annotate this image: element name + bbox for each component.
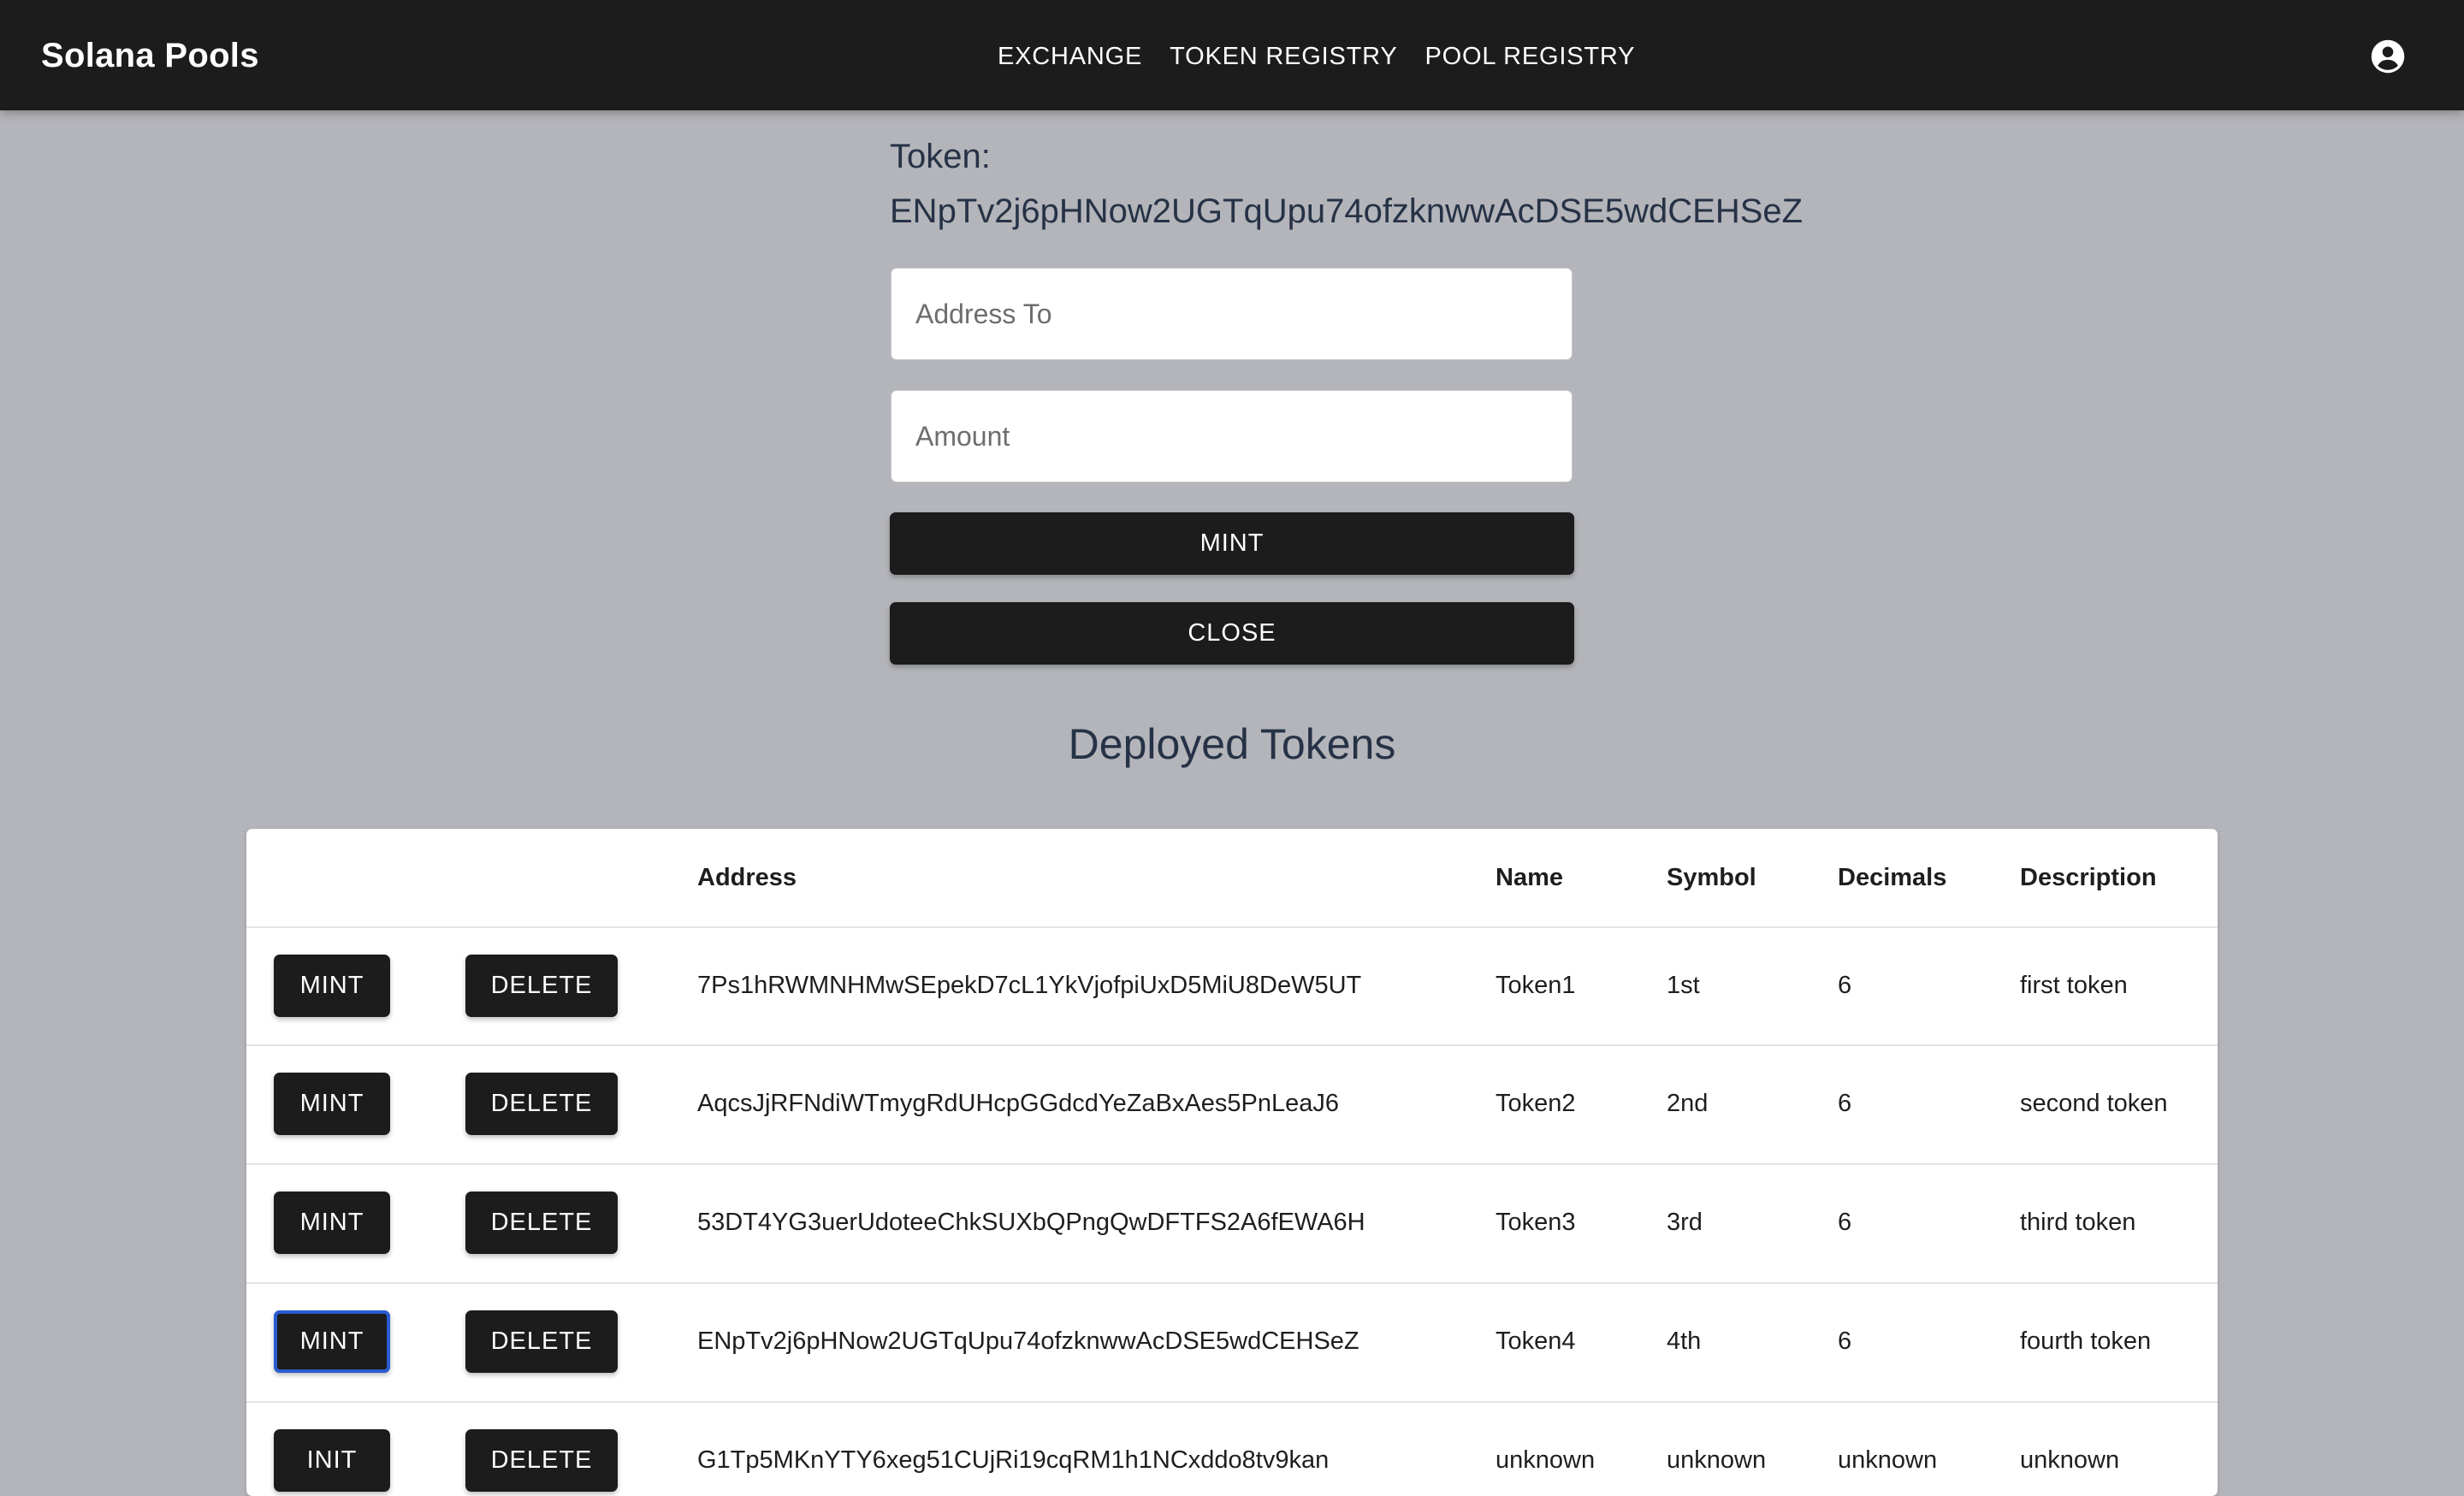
header-description: Description xyxy=(2020,864,2157,891)
amount-input[interactable] xyxy=(891,390,1573,482)
row-address: AqcsJjRFNdiWTmygRdUHcpGGdcdYeZaBxAes5PnL… xyxy=(697,1090,1339,1117)
row-symbol: unknown xyxy=(1667,1446,1767,1474)
row-decimals: 6 xyxy=(1838,1209,1852,1236)
row-symbol: 2nd xyxy=(1667,1090,1709,1117)
account-circle-icon[interactable] xyxy=(2370,38,2406,74)
row-delete-button[interactable]: DELETE xyxy=(465,1310,618,1373)
row-mint-button[interactable]: MINT xyxy=(274,955,390,1017)
row-delete-button[interactable]: DELETE xyxy=(465,955,618,1017)
row-description: unknown xyxy=(2020,1446,2120,1474)
row-symbol: 1st xyxy=(1667,972,1700,999)
row-name: Token2 xyxy=(1496,1090,1576,1117)
row-address: G1Tp5MKnYTY6xeg51CUjRi19cqRM1h1NCxddo8tv… xyxy=(697,1446,1330,1474)
row-delete-button[interactable]: DELETE xyxy=(465,1073,618,1135)
table-row: MINT DELETE 7Ps1hRWMNHMwSEpekD7cL1YkVjof… xyxy=(246,926,2218,1046)
token-label: Token: xyxy=(890,138,991,175)
main-nav: EXCHANGE TOKEN REGISTRY POOL REGISTRY xyxy=(984,38,1649,75)
row-description: second token xyxy=(2020,1090,2168,1117)
row-name: Token1 xyxy=(1496,972,1576,999)
app-bar: Solana Pools EXCHANGE TOKEN REGISTRY POO… xyxy=(0,0,2464,110)
row-mint-button[interactable]: MINT xyxy=(274,1310,390,1373)
row-name: Token4 xyxy=(1496,1327,1576,1355)
mint-submit-button[interactable]: MINT xyxy=(890,512,1574,575)
table-header: Address Name Symbol Decimals Description xyxy=(246,829,2218,928)
section-title: Deployed Tokens xyxy=(1068,720,1396,768)
row-description: fourth token xyxy=(2020,1327,2152,1355)
row-address: ENpTv2j6pHNow2UGTqUpu74ofzknwwAcDSE5wdCE… xyxy=(697,1327,1359,1355)
app-title[interactable]: Solana Pools xyxy=(41,34,259,77)
close-button[interactable]: CLOSE xyxy=(890,602,1574,665)
table-row: INIT DELETE G1Tp5MKnYTY6xeg51CUjRi19cqRM… xyxy=(246,1401,2218,1496)
row-name: unknown xyxy=(1496,1446,1596,1474)
address-to-input[interactable] xyxy=(891,268,1573,360)
table-row: MINT DELETE AqcsJjRFNdiWTmygRdUHcpGGdcdY… xyxy=(246,1044,2218,1165)
row-mint-button[interactable]: MINT xyxy=(274,1073,390,1135)
row-decimals: unknown xyxy=(1838,1446,1938,1474)
row-address: 7Ps1hRWMNHMwSEpekD7cL1YkVjofpiUxD5MiU8De… xyxy=(697,972,1362,999)
row-decimals: 6 xyxy=(1838,972,1852,999)
row-init-button[interactable]: INIT xyxy=(274,1429,390,1492)
row-name: Token3 xyxy=(1496,1209,1576,1236)
row-symbol: 4th xyxy=(1667,1327,1702,1355)
table-row: MINT DELETE ENpTv2j6pHNow2UGTqUpu74ofzkn… xyxy=(246,1282,2218,1403)
nav-token-registry[interactable]: TOKEN REGISTRY xyxy=(1156,38,1411,75)
header-address: Address xyxy=(697,864,797,891)
row-description: first token xyxy=(2020,972,2128,999)
row-delete-button[interactable]: DELETE xyxy=(465,1429,618,1492)
nav-exchange[interactable]: EXCHANGE xyxy=(984,38,1156,75)
table-row: MINT DELETE 53DT4YG3uerUdoteeChkSUXbQPng… xyxy=(246,1163,2218,1284)
row-mint-button[interactable]: MINT xyxy=(274,1191,390,1254)
header-symbol: Symbol xyxy=(1667,864,1756,891)
token-address: ENpTv2j6pHNow2UGTqUpu74ofzknwwAcDSE5wdCE… xyxy=(890,192,1804,230)
row-delete-button[interactable]: DELETE xyxy=(465,1191,618,1254)
nav-pool-registry[interactable]: POOL REGISTRY xyxy=(1412,38,1650,75)
row-description: third token xyxy=(2020,1209,2136,1236)
row-decimals: 6 xyxy=(1838,1090,1852,1117)
header-name: Name xyxy=(1496,864,1563,891)
tokens-table: Address Name Symbol Decimals Description… xyxy=(246,829,2218,1496)
row-decimals: 6 xyxy=(1838,1327,1852,1355)
row-symbol: 3rd xyxy=(1667,1209,1703,1236)
header-decimals: Decimals xyxy=(1838,864,1947,891)
row-address: 53DT4YG3uerUdoteeChkSUXbQPngQwDFTFS2A6fE… xyxy=(697,1209,1365,1236)
